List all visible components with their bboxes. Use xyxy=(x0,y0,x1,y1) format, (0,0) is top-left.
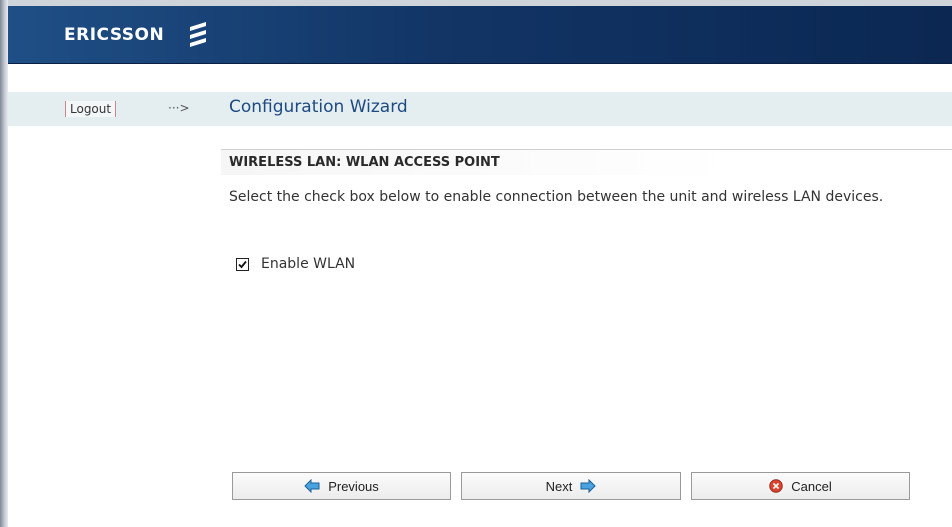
page-title: Configuration Wizard xyxy=(229,97,408,117)
header-banner: ERICSSON xyxy=(8,6,952,64)
logout-link[interactable]: Logout xyxy=(65,101,117,117)
cancel-button[interactable]: Cancel xyxy=(691,472,910,500)
arrow-right-icon xyxy=(580,479,597,493)
enable-wlan-checkbox[interactable] xyxy=(236,257,249,271)
cancel-circle-icon xyxy=(769,479,783,493)
cancel-button-label: Cancel xyxy=(791,478,832,494)
enable-wlan-row: Enable WLAN xyxy=(236,254,355,274)
window-left-edge xyxy=(0,0,8,527)
previous-button-label: Previous xyxy=(328,478,379,494)
arrow-left-icon xyxy=(304,479,320,493)
enable-wlan-label: Enable WLAN xyxy=(261,256,356,272)
ericsson-logo-text: ERICSSON xyxy=(64,25,165,45)
wizard-nav-bar: Logout ···> Configuration Wizard xyxy=(8,92,952,126)
breadcrumb-arrow-icon: ···> xyxy=(168,101,190,115)
ericsson-logo-icon xyxy=(190,22,206,47)
next-button-label: Next xyxy=(545,478,573,494)
checkmark-icon xyxy=(238,260,247,268)
section-description: Select the check box below to enable con… xyxy=(229,189,884,205)
section-title: WIRELESS LAN: WLAN ACCESS POINT xyxy=(221,149,952,175)
previous-button[interactable]: Previous xyxy=(232,472,451,500)
next-button[interactable]: Next xyxy=(461,472,681,500)
